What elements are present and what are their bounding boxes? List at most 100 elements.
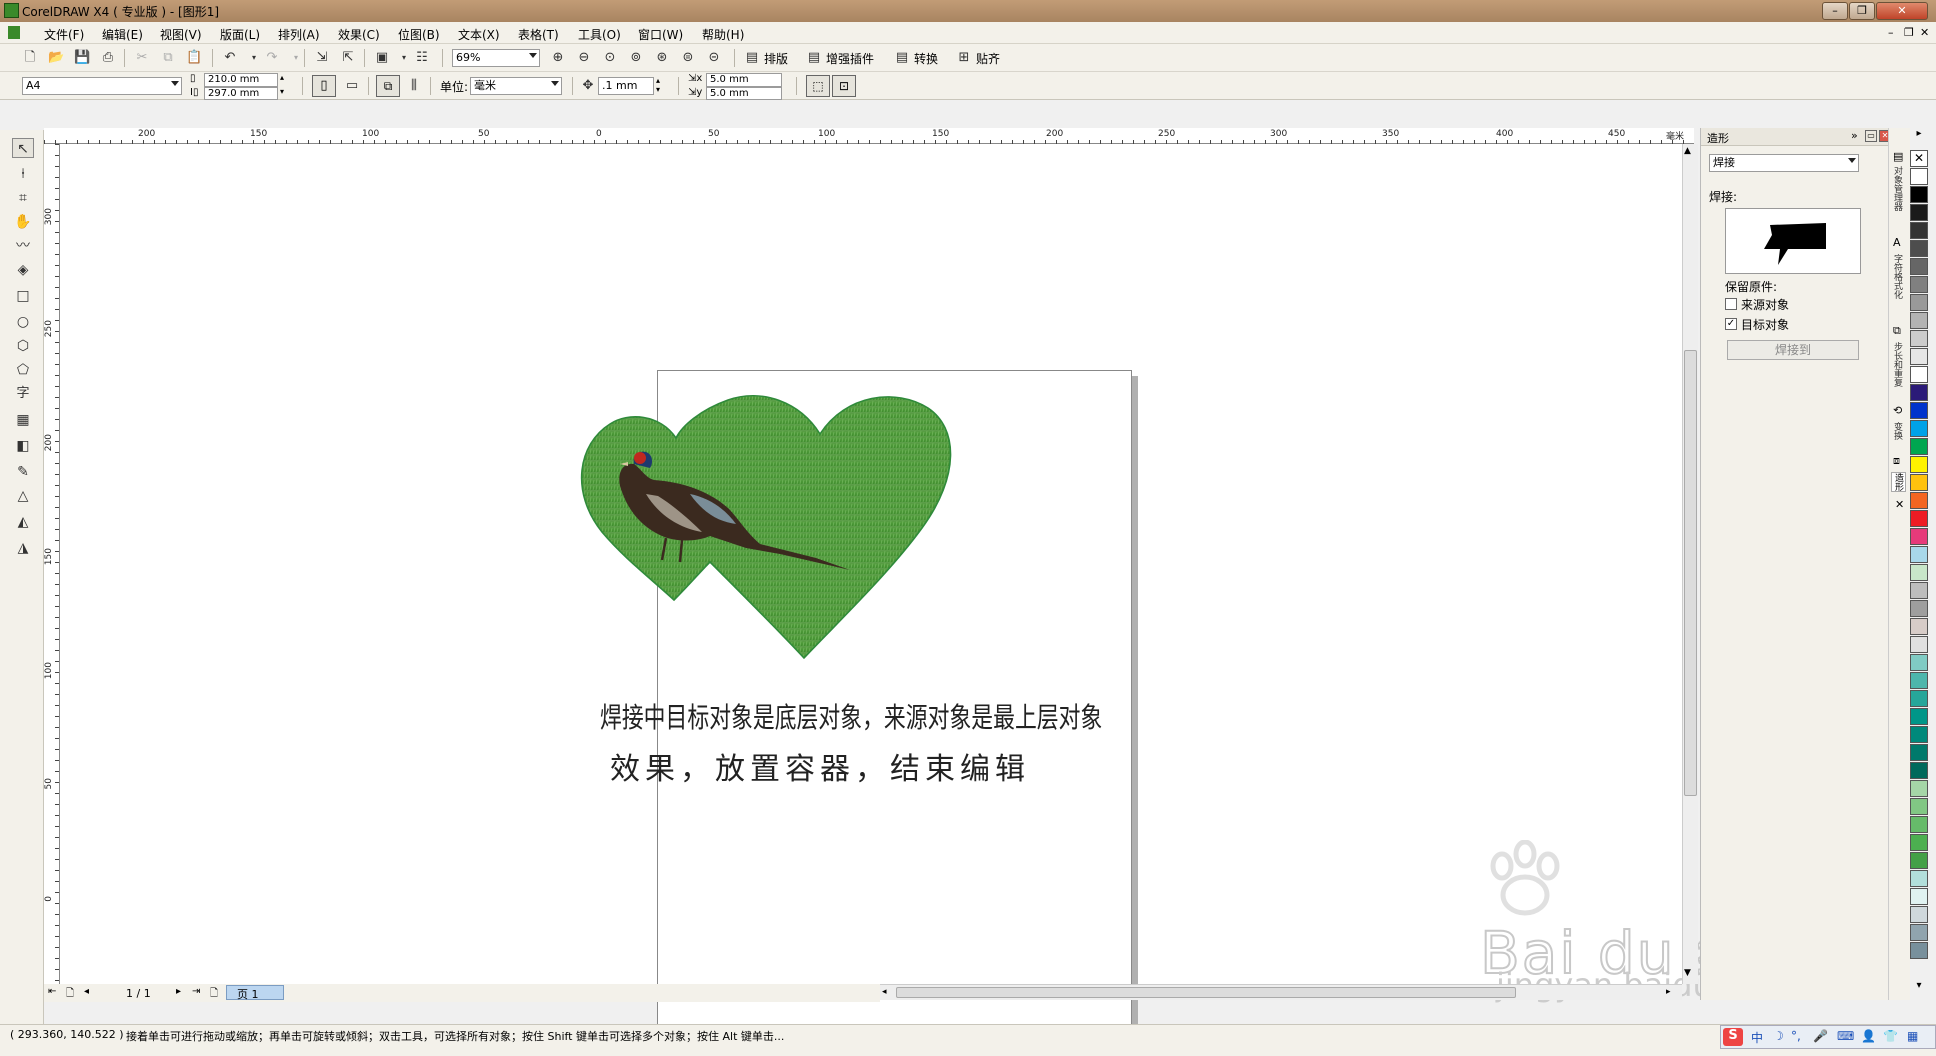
color-swatch[interactable]	[1910, 348, 1928, 365]
no-color-swatch[interactable]: ✕	[1910, 150, 1928, 167]
menu-bitmaps[interactable]: 位图(B)	[398, 26, 440, 43]
menu-window[interactable]: 窗口(W)	[638, 26, 683, 43]
vertical-scrollbar[interactable]: ▲ ▼	[1682, 144, 1698, 984]
color-swatch[interactable]	[1910, 672, 1928, 689]
zoom-in-icon[interactable]: ⊕	[550, 50, 566, 66]
color-swatch[interactable]	[1910, 420, 1928, 437]
ime-tools-icon[interactable]: ▦	[1907, 1029, 1918, 1043]
fill-tool-icon[interactable]: ◭	[12, 512, 34, 532]
polygon-tool-icon[interactable]: ⬡	[12, 336, 34, 356]
color-swatch[interactable]	[1910, 726, 1928, 743]
welcome-screen-icon[interactable]: ☷	[414, 50, 430, 66]
height-spinner[interactable]: ▾	[280, 87, 284, 96]
zoom-page-icon[interactable]: ⊛	[654, 50, 670, 66]
horizontal-scrollbar[interactable]: ◂ ▸	[880, 984, 1682, 1000]
application-launcher-icon[interactable]: ▣	[374, 50, 390, 66]
welded-heart-image[interactable]	[550, 382, 1110, 682]
shaping-mode-select[interactable]: 焊接	[1709, 154, 1859, 172]
page-text-line-2[interactable]: 效果，放置容器，结束编辑	[610, 744, 1030, 788]
paste-icon[interactable]: 📋	[186, 50, 202, 66]
ime-chinese-mode-icon[interactable]: 中	[1751, 1029, 1763, 1046]
menu-table[interactable]: 表格(T)	[518, 26, 559, 43]
rectangle-tool-icon[interactable]: □	[12, 286, 34, 306]
color-swatch[interactable]	[1910, 186, 1928, 203]
color-swatch[interactable]	[1910, 546, 1928, 563]
copy-icon[interactable]: ⧉	[160, 50, 176, 66]
eyedropper-tool-icon[interactable]: ✎	[12, 462, 34, 482]
enhanced-plugins-button[interactable]: 增强插件	[826, 50, 874, 67]
duplicate-x-field[interactable]: 5.0 mm	[706, 73, 782, 87]
menu-file[interactable]: 文件(F)	[44, 26, 84, 43]
docker-minimize-icon[interactable]: ▭	[1865, 130, 1877, 142]
add-page-icon[interactable]: 🗋	[66, 986, 74, 1003]
color-swatch[interactable]	[1910, 402, 1928, 419]
undo-dropdown-icon[interactable]: ▾	[246, 50, 262, 66]
color-swatch[interactable]	[1910, 528, 1928, 545]
color-swatch[interactable]	[1910, 474, 1928, 491]
import-icon[interactable]: ⇲	[314, 50, 330, 66]
first-page-icon[interactable]: ⇤	[48, 986, 56, 997]
color-swatch[interactable]	[1910, 600, 1928, 617]
current-page-icon[interactable]: ⫼	[406, 78, 422, 94]
zoom-width-icon[interactable]: ⊜	[680, 50, 696, 66]
launcher-dropdown-icon[interactable]: ▾	[396, 50, 412, 66]
sogou-ime-icon[interactable]: S	[1723, 1028, 1743, 1046]
minimize-button[interactable]: –	[1822, 2, 1848, 20]
color-swatch[interactable]	[1910, 870, 1928, 887]
target-object-checkbox[interactable]: ✓	[1725, 318, 1737, 330]
convert-button[interactable]: 转换	[914, 50, 938, 67]
color-swatch[interactable]	[1910, 294, 1928, 311]
color-swatch[interactable]	[1910, 888, 1928, 905]
color-swatch[interactable]	[1910, 168, 1928, 185]
page-text-line-1[interactable]: 焊接中目标对象是底层对象，来源对象是最上层对象	[600, 696, 1102, 736]
portrait-icon[interactable]: ▯	[312, 75, 336, 97]
coreldraw-app-icon[interactable]	[4, 3, 19, 18]
color-swatch[interactable]	[1910, 654, 1928, 671]
color-swatch[interactable]	[1910, 816, 1928, 833]
color-swatch[interactable]	[1910, 852, 1928, 869]
color-swatch[interactable]	[1910, 636, 1928, 653]
prev-page-icon[interactable]: ◂	[84, 986, 89, 997]
ime-moon-icon[interactable]: ☽	[1773, 1029, 1784, 1043]
close-tabs-icon[interactable]: ✕	[1895, 498, 1904, 511]
open-folder-icon[interactable]: 📂	[48, 50, 64, 66]
tab-character-format[interactable]: 字符格式化	[1891, 254, 1904, 299]
shape-tool-icon[interactable]: ⍿	[12, 164, 34, 184]
ellipse-tool-icon[interactable]: ○	[12, 312, 34, 332]
color-swatch[interactable]	[1910, 384, 1928, 401]
color-swatch[interactable]	[1910, 924, 1928, 941]
page-height-field[interactable]: 297.0 mm	[204, 87, 278, 100]
color-swatch[interactable]	[1910, 690, 1928, 707]
menu-layout[interactable]: 版面(L)	[220, 26, 260, 43]
zoom-level-select[interactable]: 69%	[452, 49, 540, 67]
close-window-button[interactable]: ✕	[1876, 2, 1928, 20]
ime-voice-icon[interactable]: 🎤	[1813, 1029, 1828, 1043]
maximize-button[interactable]: ❐	[1849, 2, 1875, 20]
duplicate-y-field[interactable]: 5.0 mm	[706, 87, 782, 100]
color-swatch[interactable]	[1910, 942, 1928, 959]
redo-dropdown-icon[interactable]: ▾	[288, 50, 304, 66]
source-object-checkbox[interactable]	[1725, 298, 1737, 310]
pan-tool-icon[interactable]: ✋	[12, 212, 34, 232]
zoom-all-objects-icon[interactable]: ⊚	[628, 50, 644, 66]
redo-icon[interactable]: ↷	[264, 50, 280, 66]
tab-object-manager[interactable]: 对象管理器	[1891, 166, 1904, 211]
color-swatch[interactable]	[1910, 366, 1928, 383]
weld-to-button[interactable]: 焊接到	[1727, 340, 1859, 360]
palette-scroll-down-icon[interactable]: ▾	[1910, 980, 1928, 1000]
color-swatch[interactable]	[1910, 492, 1928, 509]
color-swatch[interactable]	[1910, 708, 1928, 725]
horizontal-scroll-thumb[interactable]	[896, 987, 1516, 998]
page-width-field[interactable]: 210.0 mm	[204, 73, 278, 87]
color-swatch[interactable]	[1910, 780, 1928, 797]
page-tab-1[interactable]: 页 1	[226, 985, 284, 1001]
save-icon[interactable]: 💾	[74, 50, 90, 66]
palette-scroll-up-icon[interactable]: ▸	[1910, 128, 1928, 148]
vertical-ruler[interactable]: 300 250 200 150 100 50 0	[44, 144, 60, 984]
doc-minimize-icon[interactable]: –	[1888, 26, 1894, 39]
color-swatch[interactable]	[1910, 564, 1928, 581]
crop-tool-icon[interactable]: ⌗	[12, 188, 34, 208]
tab-shaping[interactable]: 造形	[1891, 472, 1906, 492]
freehand-tool-icon[interactable]: 〰	[12, 236, 34, 256]
new-file-icon[interactable]: 🗋	[22, 50, 38, 66]
